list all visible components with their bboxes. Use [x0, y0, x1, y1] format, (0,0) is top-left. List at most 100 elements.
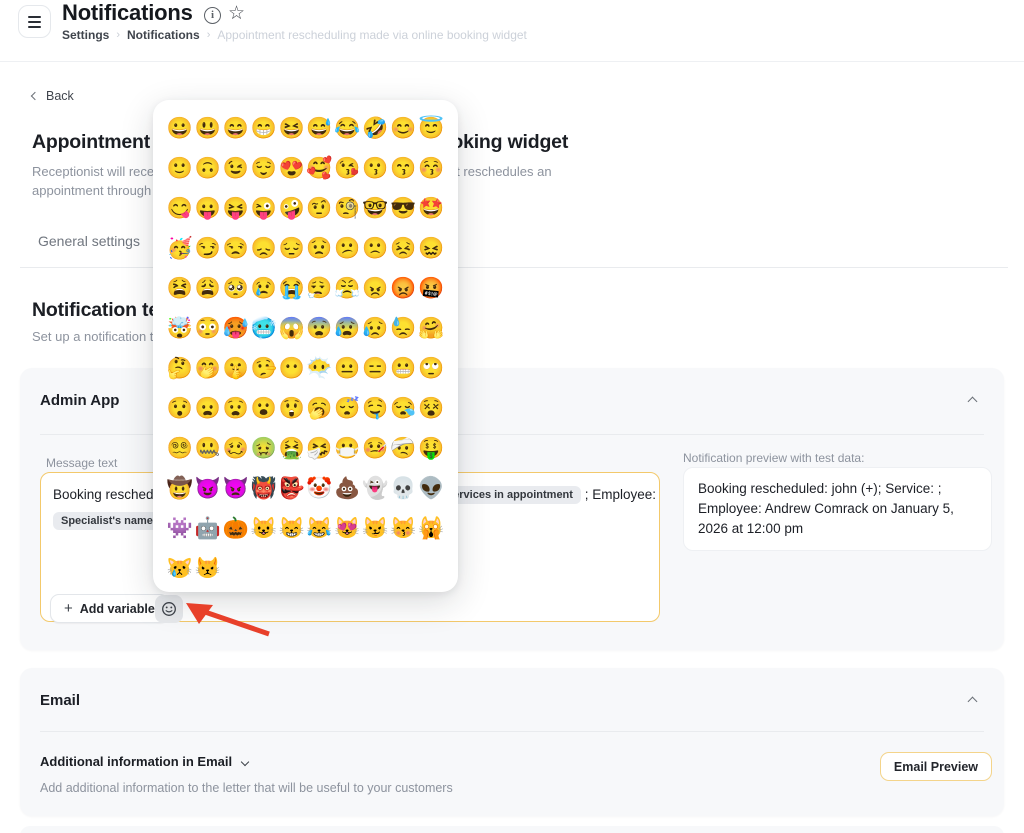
emoji-item[interactable]: 😒	[222, 229, 250, 269]
emoji-item[interactable]: 😿	[166, 549, 194, 589]
emoji-item[interactable]: 🙃	[194, 149, 222, 189]
emoji-item[interactable]: 😛	[194, 189, 222, 229]
emoji-item[interactable]: 🥱	[305, 389, 333, 429]
emoji-item[interactable]: 😮	[250, 389, 278, 429]
emoji-item[interactable]: 🤡	[305, 469, 333, 509]
emoji-item[interactable]: 🥺	[222, 269, 250, 309]
emoji-item[interactable]: 🥴	[222, 429, 250, 469]
emoji-item[interactable]: 🤗	[417, 309, 445, 349]
emoji-item[interactable]: 😰	[333, 309, 361, 349]
emoji-item[interactable]: 😥	[361, 309, 389, 349]
emoji-item[interactable]: 😃	[194, 109, 222, 149]
emoji-item[interactable]: 🤩	[417, 189, 445, 229]
emoji-item[interactable]: 😶‍🌫️	[305, 349, 333, 389]
emoji-item[interactable]: 😡	[389, 269, 417, 309]
emoji-item[interactable]: 😚	[417, 149, 445, 189]
emoji-item[interactable]: 🥶	[250, 309, 278, 349]
collapse-chevron-icon[interactable]	[968, 397, 978, 407]
emoji-item[interactable]: 🥵	[222, 309, 250, 349]
emoji-item[interactable]: 😗	[361, 149, 389, 189]
collapse-chevron-icon[interactable]	[968, 697, 978, 707]
emoji-item[interactable]: 🤫	[222, 349, 250, 389]
emoji-item[interactable]: 😣	[389, 229, 417, 269]
emoji-item[interactable]: 😄	[222, 109, 250, 149]
emoji-item[interactable]: 🤮	[278, 429, 306, 469]
emoji-item[interactable]: 🤒	[361, 429, 389, 469]
emoji-item[interactable]: 😤	[333, 269, 361, 309]
emoji-item[interactable]: 😩	[194, 269, 222, 309]
emoji-item[interactable]: 😦	[194, 389, 222, 429]
emoji-item[interactable]: 😴	[333, 389, 361, 429]
emoji-item[interactable]: 😵‍💫	[166, 429, 194, 469]
emoji-item[interactable]: 😝	[222, 189, 250, 229]
email-preview-button[interactable]: Email Preview	[880, 752, 992, 781]
emoji-item[interactable]: 😓	[389, 309, 417, 349]
emoji-item[interactable]: 😽	[389, 509, 417, 549]
emoji-item[interactable]: 😯	[166, 389, 194, 429]
emoji-item[interactable]: 🙀	[417, 509, 445, 549]
emoji-item[interactable]: 😫	[166, 269, 194, 309]
emoji-item[interactable]: 🤯	[166, 309, 194, 349]
emoji-item[interactable]: 😾	[194, 549, 222, 589]
emoji-item[interactable]: 😳	[194, 309, 222, 349]
emoji-item[interactable]: 🤭	[194, 349, 222, 389]
additional-info-toggle[interactable]: Additional information in Email	[40, 754, 248, 769]
breadcrumb-settings[interactable]: Settings	[62, 28, 109, 42]
emoji-item[interactable]: 😱	[278, 309, 306, 349]
emoji-item[interactable]: 😮‍💨	[305, 269, 333, 309]
emoji-item[interactable]: 🤥	[250, 349, 278, 389]
emoji-item[interactable]: 😪	[389, 389, 417, 429]
emoji-item[interactable]: 😑	[361, 349, 389, 389]
emoji-item[interactable]: 😵	[417, 389, 445, 429]
emoji-item[interactable]: 👹	[250, 469, 278, 509]
emoji-item[interactable]: 😨	[305, 309, 333, 349]
emoji-item[interactable]: 😅	[305, 109, 333, 149]
emoji-item[interactable]: 👽	[417, 469, 445, 509]
add-variable-button[interactable]: + Add variable	[50, 594, 169, 623]
emoji-item[interactable]: 💀	[389, 469, 417, 509]
emoji-item[interactable]: 👾	[166, 509, 194, 549]
emoji-item[interactable]: 🥰	[305, 149, 333, 189]
emoji-item[interactable]: 😈	[194, 469, 222, 509]
emoji-item[interactable]: 🥳	[166, 229, 194, 269]
emoji-item[interactable]: 🙂	[166, 149, 194, 189]
emoji-item[interactable]: 😠	[361, 269, 389, 309]
back-link[interactable]: Back	[32, 89, 74, 103]
tab-general-settings[interactable]: General settings	[38, 233, 140, 249]
emoji-item[interactable]: 😏	[194, 229, 222, 269]
emoji-item[interactable]: 😀	[166, 109, 194, 149]
emoji-item[interactable]: 😶	[278, 349, 306, 389]
emoji-item[interactable]: 😉	[222, 149, 250, 189]
emoji-item[interactable]: 🤑	[417, 429, 445, 469]
emoji-item[interactable]: 😙	[389, 149, 417, 189]
emoji-item[interactable]: 😟	[305, 229, 333, 269]
emoji-item[interactable]: 😭	[278, 269, 306, 309]
emoji-item[interactable]: 🙁	[361, 229, 389, 269]
emoji-item[interactable]: 🤤	[361, 389, 389, 429]
emoji-item[interactable]: 😜	[250, 189, 278, 229]
emoji-item[interactable]: 😂	[333, 109, 361, 149]
emoji-item[interactable]: 🤪	[278, 189, 306, 229]
emoji-item[interactable]: 😖	[417, 229, 445, 269]
variable-tag[interactable]: Services in appointment	[438, 486, 581, 504]
emoji-item[interactable]: 😆	[278, 109, 306, 149]
emoji-item[interactable]: 😸	[278, 509, 306, 549]
emoji-item[interactable]: 👿	[222, 469, 250, 509]
emoji-item[interactable]: 😘	[333, 149, 361, 189]
variable-tag[interactable]: Specialist's name	[53, 512, 161, 530]
emoji-item[interactable]: 🤔	[166, 349, 194, 389]
emoji-item[interactable]: 😁	[250, 109, 278, 149]
emoji-item[interactable]: 😔	[278, 229, 306, 269]
emoji-item[interactable]: 😋	[166, 189, 194, 229]
emoji-item[interactable]: 😺	[250, 509, 278, 549]
emoji-item[interactable]: 🙄	[417, 349, 445, 389]
emoji-item[interactable]: 🤧	[305, 429, 333, 469]
emoji-item[interactable]: 😹	[305, 509, 333, 549]
emoji-item[interactable]: 😍	[278, 149, 306, 189]
emoji-item[interactable]: 🤓	[361, 189, 389, 229]
emoji-item[interactable]: 🤨	[305, 189, 333, 229]
emoji-item[interactable]: 🤐	[194, 429, 222, 469]
emoji-item[interactable]: 😐	[333, 349, 361, 389]
emoji-item[interactable]: 😲	[278, 389, 306, 429]
emoji-item[interactable]: 🤢	[250, 429, 278, 469]
